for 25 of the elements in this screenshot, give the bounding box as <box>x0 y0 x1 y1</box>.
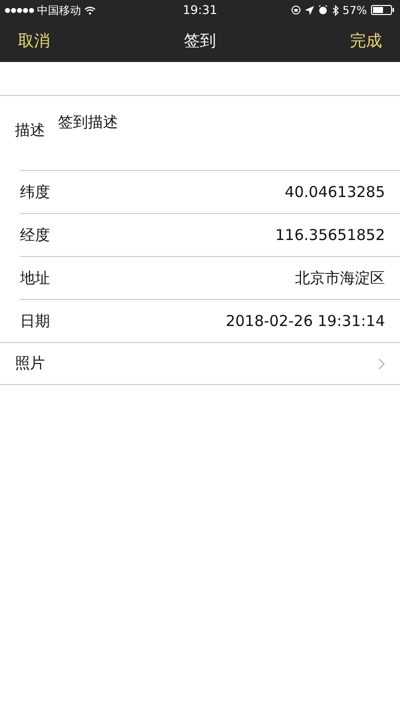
field-label: 纬度 <box>20 182 50 202</box>
field-value: 40.04613285 <box>284 183 385 201</box>
bluetooth-icon <box>332 4 339 16</box>
battery-percent: 57% <box>342 4 367 16</box>
rotation-lock-icon <box>290 5 301 15</box>
alarm-icon <box>318 5 328 15</box>
description-field[interactable]: 签到描述 <box>58 113 358 137</box>
field-value: 116.35651852 <box>275 226 385 244</box>
carrier-name: 中国移动 <box>37 2 81 18</box>
field-label: 日期 <box>20 312 50 330</box>
field-value: 北京市海淀区 <box>295 268 385 288</box>
done-button[interactable]: 完成 <box>350 30 382 52</box>
wifi-icon <box>84 6 96 14</box>
status-time: 19:31 <box>182 3 218 17</box>
nav-title: 签到 <box>183 30 217 52</box>
field-label: 地址 <box>20 268 50 288</box>
battery-icon <box>371 5 395 15</box>
signal-icon <box>5 8 34 12</box>
cancel-button[interactable]: 取消 <box>18 30 50 52</box>
field-label: 经度 <box>20 226 50 244</box>
location-icon <box>304 6 314 14</box>
field-value: 2018-02-26 19:31:14 <box>226 312 385 330</box>
chevron-icon[interactable] <box>378 358 385 370</box>
field-label: 描述 <box>15 121 45 141</box>
field-label: 照片 <box>15 354 45 373</box>
